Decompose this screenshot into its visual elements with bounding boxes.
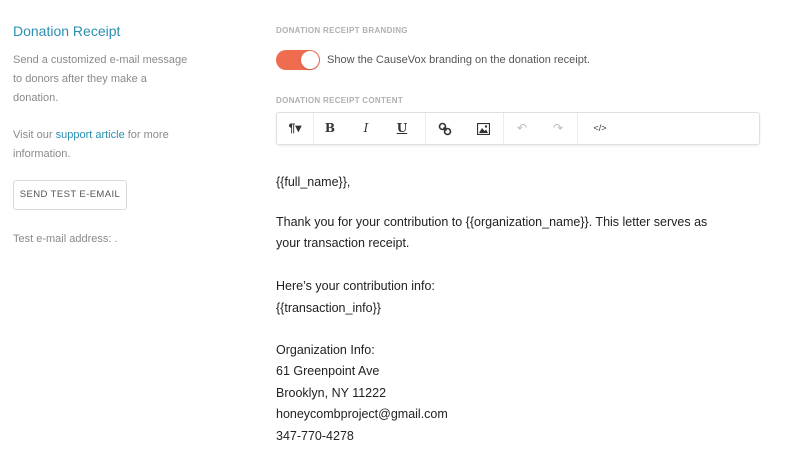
thanks-line-1[interactable]: Thank you for your contribution to {{org…	[276, 212, 707, 233]
org-city[interactable]: Brooklyn, NY 11222	[276, 383, 386, 404]
code-view-button[interactable]: </>	[589, 113, 611, 144]
editor-toolbar: ¶▾ B I U ↶ ↷ </>	[276, 112, 760, 145]
support-note: Visit our support article for more infor…	[13, 126, 183, 164]
redo-icon[interactable]: ↷	[549, 113, 567, 144]
test-email-address: Test e-mail address: .	[13, 233, 118, 245]
toolbar-divider	[425, 113, 426, 144]
content-caption: DONATION RECEIPT CONTENT	[276, 96, 404, 105]
image-icon[interactable]	[473, 113, 493, 144]
italic-button[interactable]: I	[357, 113, 375, 144]
toolbar-divider	[313, 113, 314, 144]
receipt-editor-panel: DONATION RECEIPT BRANDING Show the Cause…	[276, 0, 766, 471]
undo-icon[interactable]: ↶	[513, 113, 531, 144]
thanks-line-2[interactable]: your transaction receipt.	[276, 233, 409, 254]
branding-toggle-label: Show the CauseVox branding on the donati…	[327, 54, 590, 66]
toolbar-divider	[577, 113, 578, 144]
branding-caption: DONATION RECEIPT BRANDING	[276, 26, 408, 35]
org-email[interactable]: honeycombproject@gmail.com	[276, 404, 448, 425]
transaction-info-variable[interactable]: {{transaction_info}}	[276, 298, 381, 319]
contribution-info-label[interactable]: Here’s your contribution info:	[276, 276, 435, 297]
send-test-email-button[interactable]: SEND TEST E-EMAIL	[13, 180, 127, 210]
org-street[interactable]: 61 Greenpoint Ave	[276, 361, 379, 382]
support-article-link[interactable]: support article	[56, 129, 125, 141]
link-icon[interactable]	[435, 113, 455, 144]
support-note-prefix: Visit our	[13, 129, 56, 141]
org-phone[interactable]: 347-770-4278	[276, 426, 354, 447]
branding-toggle[interactable]	[276, 50, 320, 70]
underline-button[interactable]: U	[393, 113, 411, 144]
section-title: Donation Receipt	[13, 23, 121, 39]
greeting-line[interactable]: {{full_name}},	[276, 172, 350, 193]
paragraph-format-dropdown[interactable]: ¶▾	[283, 113, 307, 144]
bold-button[interactable]: B	[321, 113, 339, 144]
section-description: Send a customized e-mail message to dono…	[13, 54, 188, 104]
toolbar-divider	[503, 113, 504, 144]
organization-info-label[interactable]: Organization Info:	[276, 340, 375, 361]
toggle-knob	[301, 51, 319, 69]
